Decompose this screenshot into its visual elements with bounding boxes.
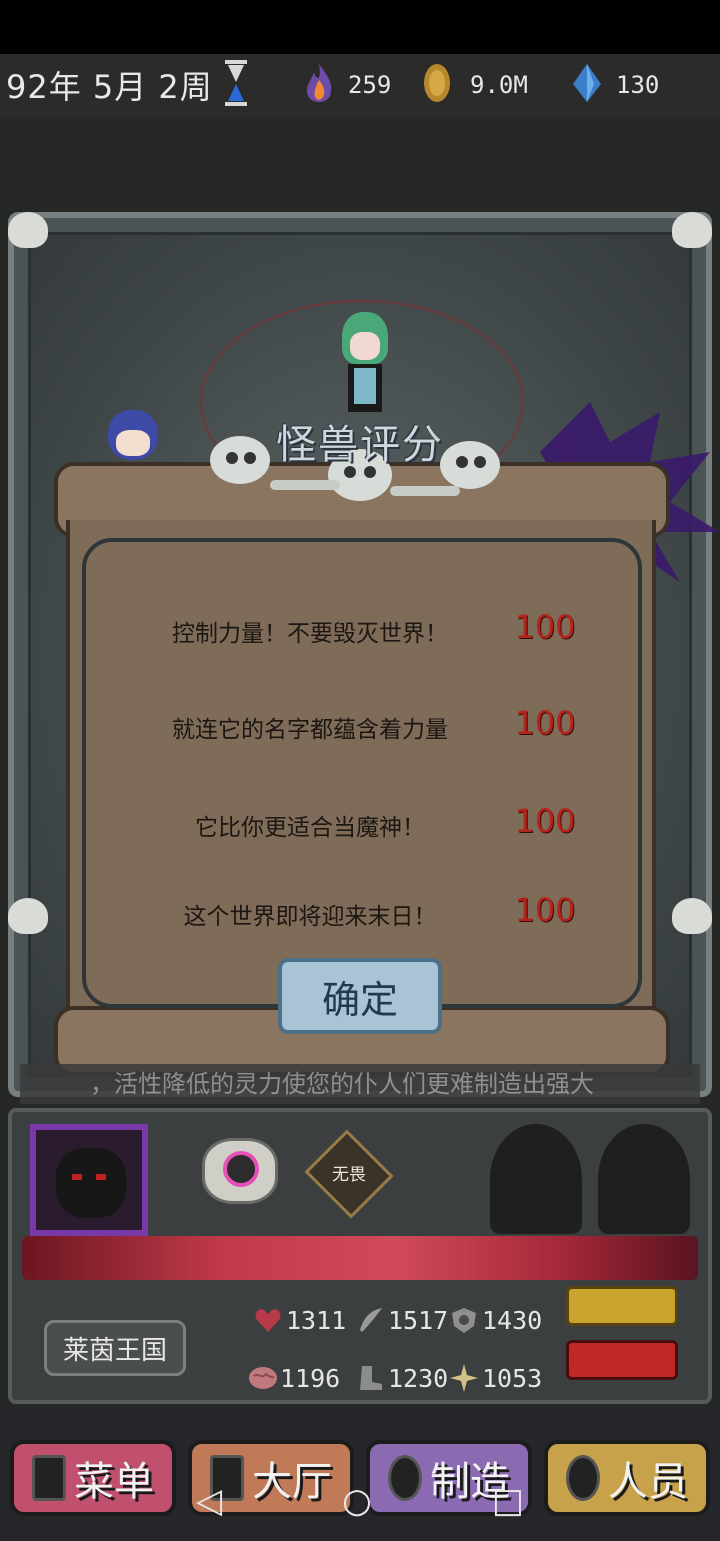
- sparkle-icon: [450, 1364, 478, 1392]
- stat-defense: 1430: [450, 1302, 542, 1338]
- rating-label: 控制力量！不要毁灭世界！: [172, 621, 448, 647]
- stat-intellect: 1196: [248, 1360, 340, 1396]
- crystal-icon: [570, 62, 604, 104]
- rating-label: 就连它的名字都蕴含着力量: [172, 717, 448, 743]
- system-navigation-bar: ◁ ○ □: [0, 1476, 720, 1526]
- flame-count: 259: [348, 71, 392, 99]
- blue-haired-imp-sprite: [98, 404, 168, 466]
- monster-portrait[interactable]: [30, 1124, 148, 1236]
- boot-icon: [356, 1364, 384, 1392]
- rating-label: 它比你更适合当魔神！: [195, 815, 425, 841]
- brain-icon: [248, 1364, 277, 1392]
- heart-icon: [254, 1306, 282, 1334]
- claw-icon: [356, 1306, 384, 1334]
- rating-score: 100: [514, 608, 576, 646]
- news-ticker: ，活性降低的灵力使您的仆人们更难制造出强大: [20, 1064, 700, 1104]
- gold-rank-badge: [566, 1286, 678, 1326]
- locked-servant-silhouette[interactable]: [490, 1124, 582, 1234]
- dialog-title: 怪兽评分: [276, 422, 444, 468]
- shield-icon: [450, 1306, 478, 1334]
- status-bar: [0, 0, 720, 54]
- health-bar: [22, 1236, 698, 1280]
- stat-health: 1311: [254, 1302, 346, 1338]
- confirm-button[interactable]: 确定: [278, 958, 442, 1034]
- green-haired-girl-sprite: [336, 312, 394, 416]
- skull-decoration-icon: [672, 212, 712, 248]
- recent-apps-icon[interactable]: □: [492, 1481, 524, 1521]
- rating-score: 100: [514, 704, 576, 742]
- locked-servant-silhouette[interactable]: [598, 1124, 690, 1234]
- flame-icon: [302, 62, 336, 104]
- stat-magic: 1053: [450, 1360, 542, 1396]
- coin-count: 9.0M: [470, 71, 528, 99]
- stat-attack: 1517: [356, 1302, 448, 1338]
- skull-decoration-icon: [8, 898, 48, 934]
- stat-speed: 1230: [356, 1360, 448, 1396]
- date-display: 92年 5月 2周: [6, 68, 213, 106]
- home-icon[interactable]: ○: [342, 1481, 372, 1521]
- skull-decoration-icon: [672, 898, 712, 934]
- rating-score: 100: [514, 891, 576, 929]
- rating-label: 这个世界即将迎来末日！: [183, 904, 437, 930]
- hourglass-icon: [224, 60, 248, 106]
- kingdom-button[interactable]: 莱茵王国: [44, 1320, 186, 1376]
- crystal-count: 130: [616, 71, 660, 99]
- skull-trait-icon[interactable]: [202, 1138, 278, 1204]
- rating-score: 100: [514, 802, 576, 840]
- skull-decoration-icon: [8, 212, 48, 248]
- back-icon[interactable]: ◁: [196, 1481, 222, 1521]
- fearless-badge-label: 无畏: [332, 1165, 366, 1185]
- red-rank-badge: [566, 1340, 678, 1380]
- coin-icon: [422, 62, 452, 104]
